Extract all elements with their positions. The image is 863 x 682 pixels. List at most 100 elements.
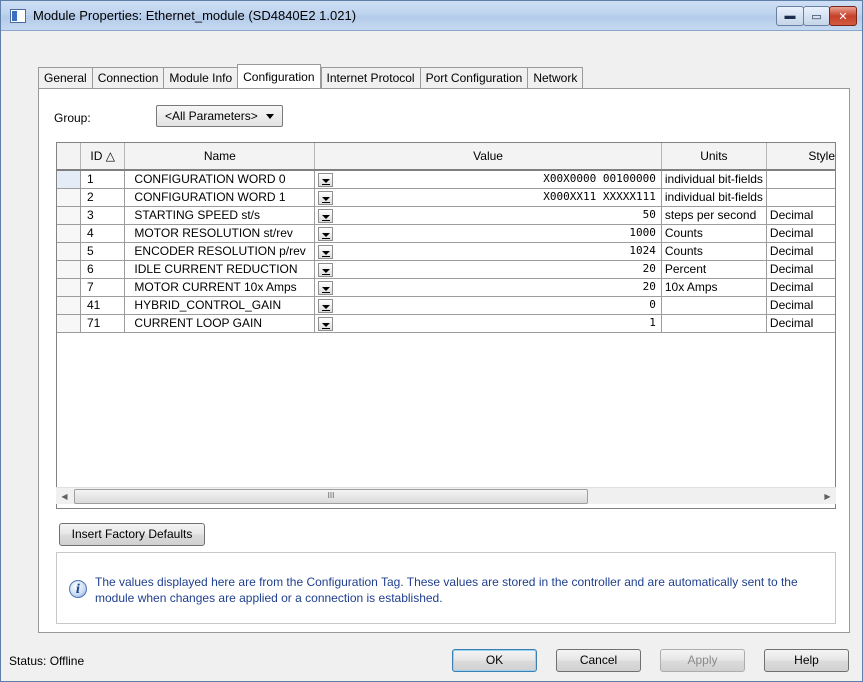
table-row[interactable]: 41 HYBRID_CONTROL_GAIN 0 Decimal	[57, 296, 835, 315]
cell-style: Decimal	[766, 296, 835, 315]
title-bar[interactable]: Module Properties: Ethernet_module (SD48…	[1, 1, 862, 31]
value-dropdown-icon[interactable]	[318, 172, 334, 187]
cell-id: 3	[80, 206, 126, 225]
cell-value[interactable]: 50	[314, 206, 662, 225]
table-header-row: ID △ Name Value Units Style	[57, 143, 835, 171]
ok-button[interactable]: OK	[452, 649, 537, 672]
tab-internet-protocol[interactable]: Internet Protocol	[320, 67, 420, 88]
row-selector[interactable]	[57, 314, 81, 333]
cell-units: Percent	[661, 260, 767, 279]
close-button[interactable]: ✕	[829, 6, 857, 26]
scroll-left-icon[interactable]: ◀	[56, 488, 73, 505]
empty-row	[57, 404, 835, 422]
cell-value[interactable]: X00X0000 00100000	[314, 170, 662, 189]
tab-network[interactable]: Network	[527, 67, 584, 88]
row-selector[interactable]	[57, 206, 81, 225]
value-dropdown-icon[interactable]	[318, 280, 334, 295]
empty-row	[57, 458, 835, 476]
value-dropdown-icon[interactable]	[318, 226, 334, 241]
column-header-name[interactable]: Name	[124, 143, 316, 171]
empty-row	[57, 422, 835, 440]
cell-units: Counts	[661, 242, 767, 261]
insert-factory-defaults-button[interactable]: Insert Factory Defaults	[59, 523, 205, 546]
row-selector[interactable]	[57, 170, 81, 189]
cell-id: 2	[80, 188, 126, 207]
cell-style: Decimal	[766, 278, 835, 297]
cell-name: STARTING SPEED st/s	[124, 206, 316, 225]
parameters-grid: ID △ Name Value Units Style 1 CONFIGURATI…	[56, 142, 836, 509]
column-header-units[interactable]: Units	[661, 143, 767, 171]
info-box: i The values displayed here are from the…	[56, 552, 836, 624]
cell-style: Decimal	[766, 314, 835, 333]
maximize-button[interactable]: ▭	[803, 6, 830, 26]
column-header-value[interactable]: Value	[314, 143, 662, 171]
value-dropdown-icon[interactable]	[318, 316, 334, 331]
cell-units	[661, 314, 767, 333]
cancel-button[interactable]: Cancel	[556, 649, 641, 672]
info-icon: i	[69, 580, 87, 598]
cell-style: Decimal	[766, 242, 835, 261]
cell-value[interactable]: 1024	[314, 242, 662, 261]
empty-cell	[57, 458, 835, 476]
value-text: 50	[642, 207, 656, 221]
column-header-style[interactable]: Style	[766, 143, 835, 171]
cell-value[interactable]: 20	[314, 278, 662, 297]
app-icon	[10, 9, 26, 23]
cell-units: Counts	[661, 224, 767, 243]
cell-value[interactable]: X000XX11 XXXXX111	[314, 188, 662, 207]
help-button[interactable]: Help	[764, 649, 849, 672]
cell-units: 10x Amps	[661, 278, 767, 297]
tab-configuration[interactable]: Configuration	[237, 64, 321, 88]
apply-button[interactable]: Apply	[660, 649, 745, 672]
cell-value[interactable]: 20	[314, 260, 662, 279]
table-row[interactable]: 7 MOTOR CURRENT 10x Amps 20 10x Amps Decimal	[57, 278, 835, 297]
cell-name: CURRENT LOOP GAIN	[124, 314, 316, 333]
module-properties-window: Module Properties: Ethernet_module (SD48…	[0, 0, 863, 682]
scroll-right-icon[interactable]: ▶	[819, 488, 836, 505]
tab-general[interactable]: General	[38, 67, 92, 88]
empty-cell	[57, 404, 835, 422]
cell-name: CONFIGURATION WORD 0	[124, 170, 316, 189]
empty-cell	[57, 386, 835, 404]
row-selector[interactable]	[57, 278, 81, 297]
value-dropdown-icon[interactable]	[318, 244, 334, 259]
cell-style: Decimal	[766, 224, 835, 243]
value-dropdown-icon[interactable]	[318, 190, 334, 205]
table-row[interactable]: 4 MOTOR RESOLUTION st/rev 1000 Counts Decima…	[57, 224, 835, 243]
empty-cell	[57, 440, 835, 458]
scrollbar-thumb[interactable]: III	[74, 489, 588, 504]
value-dropdown-icon[interactable]	[318, 298, 334, 313]
cell-value[interactable]: 0	[314, 296, 662, 315]
column-header-id[interactable]: ID △	[80, 143, 126, 171]
table-row[interactable]: 3 STARTING SPEED st/s 50 steps per second De…	[57, 206, 835, 225]
row-selector[interactable]	[57, 188, 81, 207]
cell-style: Decimal	[766, 206, 835, 225]
row-selector[interactable]	[57, 224, 81, 243]
row-selector[interactable]	[57, 242, 81, 261]
minimize-button[interactable]: ▬	[776, 6, 804, 26]
value-text: 20	[642, 279, 656, 293]
table-row[interactable]: 5 ENCODER RESOLUTION p/rev 1024 Counts Decim…	[57, 242, 835, 261]
cell-value[interactable]: 1	[314, 314, 662, 333]
table-row[interactable]: 2 CONFIGURATION WORD 1 X000XX11 XXXXX111 in…	[57, 188, 835, 207]
horizontal-scrollbar[interactable]: ◀ III ▶	[56, 487, 836, 504]
table-row[interactable]: 71 CURRENT LOOP GAIN 1 Decimal	[57, 314, 835, 333]
info-text: The values displayed here are from the C…	[95, 575, 798, 605]
empty-row	[57, 440, 835, 458]
row-selector[interactable]	[57, 296, 81, 315]
empty-cell	[57, 332, 835, 350]
value-dropdown-icon[interactable]	[318, 208, 334, 223]
group-dropdown[interactable]: <All Parameters>	[156, 105, 283, 127]
tab-module-info[interactable]: Module Info	[163, 67, 238, 88]
cell-value[interactable]: 1000	[314, 224, 662, 243]
tab-port-configuration[interactable]: Port Configuration	[419, 67, 528, 88]
value-dropdown-icon[interactable]	[318, 262, 334, 277]
row-selector[interactable]	[57, 260, 81, 279]
empty-cell	[57, 422, 835, 440]
cell-units: individual bit-fields	[661, 188, 767, 207]
table-row[interactable]: 6 IDLE CURRENT REDUCTION 20 Percent Decimal	[57, 260, 835, 279]
chevron-down-icon	[266, 114, 274, 119]
cell-style	[766, 170, 835, 189]
tab-connection[interactable]: Connection	[91, 67, 164, 88]
table-row[interactable]: 1 CONFIGURATION WORD 0 X00X0000 00100000 in…	[57, 170, 835, 189]
